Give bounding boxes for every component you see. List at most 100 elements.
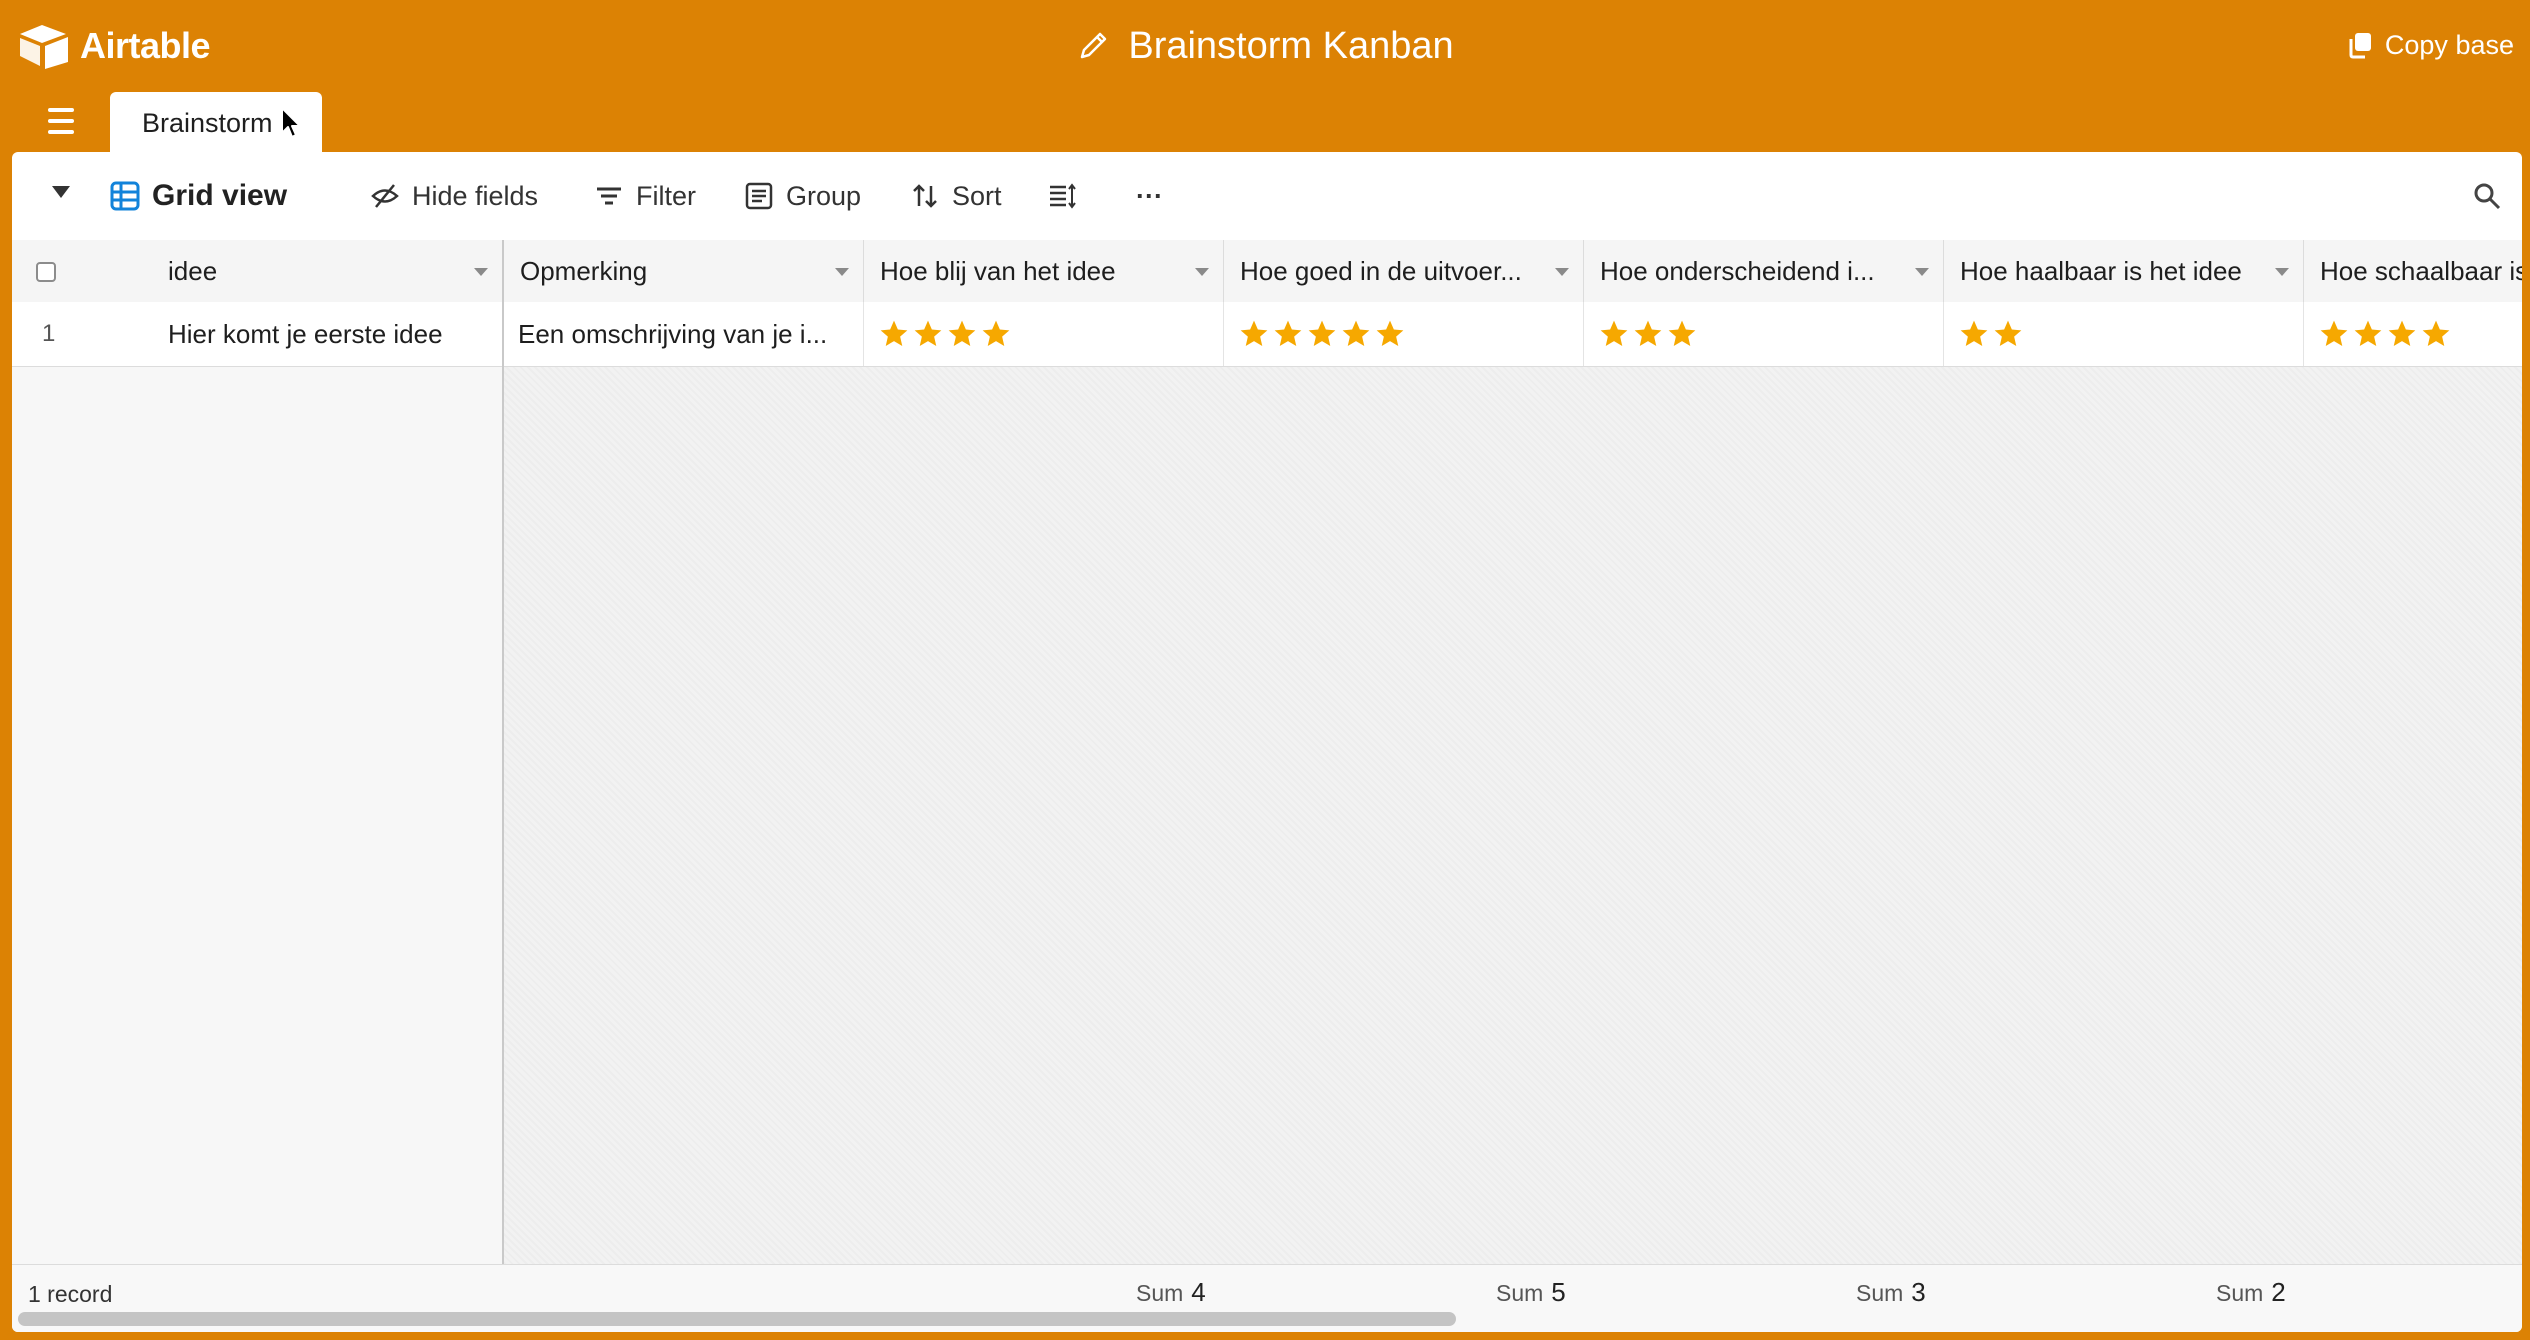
sum-value: 2	[2271, 1277, 2286, 1307]
row-height-button[interactable]	[1048, 152, 1078, 240]
frozen-column-divider[interactable]	[502, 240, 504, 1332]
filter-button[interactable]: Filter	[594, 152, 696, 240]
more-options-button[interactable]: ···	[1136, 152, 1163, 240]
chevron-down-icon[interactable]	[835, 268, 849, 276]
filter-icon	[597, 187, 621, 205]
sum-uitvoering[interactable]: Sum 5	[1496, 1277, 1566, 1308]
menu-icon[interactable]	[48, 106, 74, 136]
tab-label: Brainstorm	[142, 107, 273, 138]
star-rating	[1238, 318, 1406, 350]
group-button[interactable]: Group	[744, 152, 861, 240]
column-header-schaalbaar[interactable]: Hoe schaalbaar is	[2304, 240, 2522, 302]
chevron-down-icon[interactable]	[474, 268, 488, 276]
column-label: Opmerking	[520, 255, 648, 286]
star-icon[interactable]	[2352, 318, 2384, 350]
star-icon[interactable]	[946, 318, 978, 350]
star-icon[interactable]	[1992, 318, 2024, 350]
sum-label: Sum	[1856, 1280, 1904, 1306]
cell-rating-schaalbaar[interactable]	[2304, 302, 2522, 366]
star-icon[interactable]	[878, 318, 910, 350]
more-icon: ···	[1136, 180, 1163, 211]
sort-icon	[913, 184, 937, 208]
sum-onderscheidend[interactable]: Sum 3	[1856, 1277, 1926, 1308]
select-all-checkbox[interactable]	[36, 262, 56, 282]
base-title-text: Brainstorm Kanban	[1128, 24, 1454, 67]
copy-icon	[2349, 33, 2371, 59]
view-toolbar: Grid view Hide fields Filter Group Sort …	[12, 152, 2522, 241]
cell-opmerking[interactable]: Een omschrijving van je i...	[504, 302, 864, 366]
column-label: Hoe schaalbaar is	[2320, 255, 2522, 286]
view-label: Grid view	[152, 179, 288, 212]
sum-value: 5	[1551, 1277, 1566, 1307]
grid-view-icon	[110, 181, 140, 211]
mouse-cursor-icon	[281, 107, 301, 138]
sum-blij[interactable]: Sum 4	[1136, 1277, 1206, 1308]
row-height-icon	[1050, 183, 1076, 209]
sum-value: 3	[1911, 1277, 1926, 1307]
star-icon[interactable]	[1272, 318, 1304, 350]
hide-fields-label: Hide fields	[412, 180, 539, 211]
star-icon[interactable]	[1958, 318, 1990, 350]
column-header-opmerking[interactable]: Opmerking	[504, 240, 864, 302]
main-panel: Grid view Hide fields Filter Group Sort …	[12, 152, 2522, 1332]
table-row[interactable]: 1 Hier komt je eerste idee Een omschrijv…	[12, 302, 2522, 367]
column-label: Hoe blij van het idee	[880, 255, 1116, 286]
column-header-haalbaar[interactable]: Hoe haalbaar is het idee	[1944, 240, 2304, 302]
cell-idee[interactable]: Hier komt je eerste idee	[154, 302, 502, 366]
star-icon[interactable]	[2318, 318, 2350, 350]
cell-rating-blij[interactable]	[864, 302, 1224, 366]
group-icon	[745, 182, 773, 210]
star-rating	[1958, 318, 2024, 350]
chevron-down-icon[interactable]	[1555, 268, 1569, 276]
column-header-blij[interactable]: Hoe blij van het idee	[864, 240, 1224, 302]
sort-button[interactable]: Sort	[910, 152, 1002, 240]
column-label: Hoe haalbaar is het idee	[1960, 255, 2242, 286]
group-label: Group	[786, 180, 862, 211]
filter-label: Filter	[636, 180, 696, 211]
star-icon[interactable]	[912, 318, 944, 350]
search-icon	[2474, 183, 2501, 210]
column-label: Hoe onderscheidend i...	[1600, 255, 1875, 286]
column-label: idee	[168, 255, 218, 286]
star-icon[interactable]	[1632, 318, 1664, 350]
eye-slash-icon	[371, 184, 399, 208]
column-header-idee[interactable]: idee	[152, 240, 502, 302]
search-button[interactable]	[2472, 152, 2502, 240]
star-icon[interactable]	[980, 318, 1012, 350]
base-title[interactable]: Brainstorm Kanban	[0, 18, 2530, 74]
record-count: 1 record	[28, 1281, 113, 1307]
sort-label: Sort	[952, 180, 1002, 211]
chevron-down-icon[interactable]	[1915, 268, 1929, 276]
star-rating	[878, 318, 1012, 350]
star-icon[interactable]	[1598, 318, 1630, 350]
row-number: 1	[42, 320, 56, 347]
chevron-down-icon[interactable]	[1195, 268, 1209, 276]
star-rating	[1598, 318, 1698, 350]
sum-label: Sum	[2216, 1280, 2264, 1306]
cell-rating-haalbaar[interactable]	[1944, 302, 2304, 366]
star-icon[interactable]	[2420, 318, 2452, 350]
collapse-views-icon[interactable]	[52, 186, 70, 198]
hide-fields-button[interactable]: Hide fields	[370, 152, 538, 240]
horizontal-scrollbar[interactable]	[18, 1312, 1456, 1326]
column-header-onderscheidend[interactable]: Hoe onderscheidend i...	[1584, 240, 1944, 302]
star-icon[interactable]	[1666, 318, 1698, 350]
star-rating	[2318, 318, 2452, 350]
sum-haalbaar[interactable]: Sum 2	[2216, 1277, 2286, 1308]
cell-rating-onderscheidend[interactable]	[1584, 302, 1944, 366]
star-icon[interactable]	[2386, 318, 2418, 350]
column-header-uitvoering[interactable]: Hoe goed in de uitvoer...	[1224, 240, 1584, 302]
chevron-down-icon[interactable]	[2275, 268, 2289, 276]
sum-label: Sum	[1496, 1280, 1544, 1306]
copy-base-button[interactable]: Copy base	[2347, 24, 2514, 66]
star-icon[interactable]	[1306, 318, 1338, 350]
star-icon[interactable]	[1238, 318, 1270, 350]
grid-empty-area-frozen[interactable]	[12, 367, 502, 1267]
star-icon[interactable]	[1340, 318, 1372, 350]
star-icon[interactable]	[1374, 318, 1406, 350]
cell-rating-uitvoering[interactable]	[1224, 302, 1584, 366]
pencil-icon	[1081, 32, 1107, 59]
sum-label: Sum	[1136, 1280, 1184, 1306]
view-switcher-button[interactable]: Grid view	[110, 152, 287, 240]
column-label: Hoe goed in de uitvoer...	[1240, 255, 1522, 286]
